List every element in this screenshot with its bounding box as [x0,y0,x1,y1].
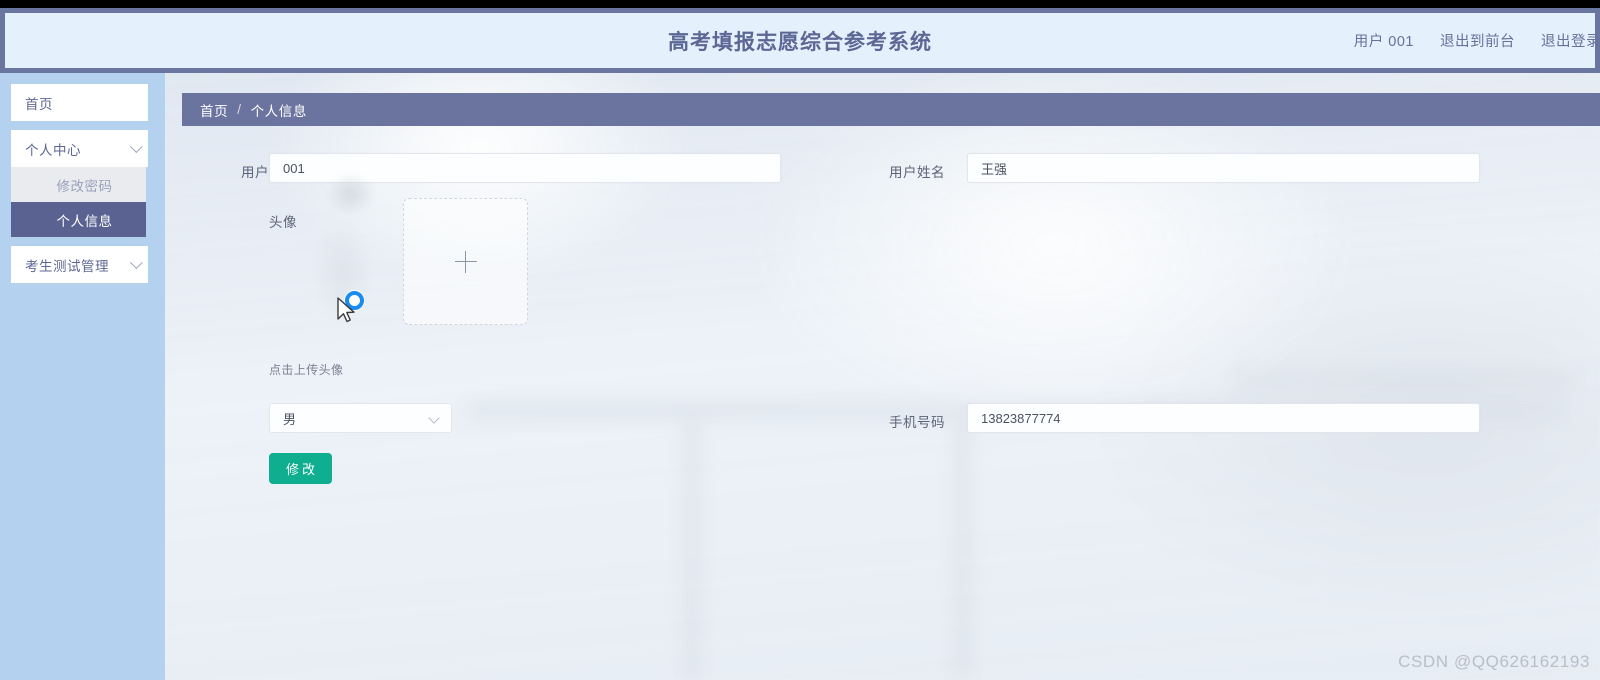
avatar-ghost-image [283,173,413,333]
sidebar-submenu: 修改密码 个人信息 [11,167,146,237]
breadcrumb-current: 个人信息 [250,103,307,119]
sidebar-item-home[interactable]: 首页 [11,84,148,121]
sidebar-item-label: 个人中心 [25,142,81,158]
personal-info-form: 用户账号 用户姓名 头像 点击上传头像 性别 男 手机号码 修改 [165,73,1600,680]
sidebar-item-label: 考生测试管理 [25,258,109,274]
avatar-upload-box[interactable] [403,198,528,325]
sidebar-item-change-password[interactable]: 修改密码 [11,167,146,202]
logout-link[interactable]: 退出登录 [1541,30,1600,51]
gender-select[interactable]: 男 [269,403,452,433]
page-title: 高考填报志愿综合参考系统 [668,30,932,54]
chevron-down-icon [129,255,143,269]
watermark: CSDN @QQ626162193 [1398,652,1590,671]
chevron-down-icon [428,412,440,424]
account-input[interactable] [269,153,781,183]
admin-page: 高考填报志愿综合参考系统 用户 001 退出到前台 退出登录 首页 个人中心 修… [0,0,1600,680]
submenu-item-label: 修改密码 [56,178,113,194]
sidebar-item-personal-info[interactable]: 个人信息 [11,202,146,237]
phone-label: 手机号码 [889,415,945,430]
phone-input[interactable] [967,403,1480,433]
sidebar-item-personal-center[interactable]: 个人中心 [11,130,148,167]
main-content: 首页 / 个人信息 用户账号 用户姓名 头像 点击上传头像 性别 男 [165,73,1600,680]
sidebar-item-label: 首页 [25,96,53,112]
avatar-upload-hint: 点击上传头像 [269,363,344,377]
sidebar-item-exam-test-management[interactable]: 考生测试管理 [11,246,148,283]
exit-to-frontend-link[interactable]: 退出到前台 [1440,30,1515,51]
breadcrumb-root[interactable]: 首页 [200,100,228,120]
page-header: 高考填报志愿综合参考系统 用户 001 退出到前台 退出登录 [0,8,1600,73]
chevron-down-icon [129,139,143,153]
sidebar: 首页 个人中心 修改密码 个人信息 考生测试管理 [0,73,165,680]
user-label: 用户 001 [1353,34,1414,50]
submit-button[interactable]: 修改 [269,453,332,484]
breadcrumb: 首页 / 个人信息 [182,93,1600,126]
top-black-strip [0,0,1600,8]
name-label: 用户姓名 [889,165,945,180]
header-inner: 高考填报志愿综合参考系统 用户 001 退出到前台 退出登录 [5,13,1600,68]
gender-selected-value: 男 [283,411,297,427]
sidebar-group-personal-center: 个人中心 修改密码 个人信息 [0,130,165,237]
header-actions: 用户 001 退出到前台 退出登录 [1354,13,1600,68]
avatar-label: 头像 [269,215,297,230]
sidebar-group-home: 首页 [0,84,165,121]
plus-icon [454,250,477,273]
name-input[interactable] [967,153,1480,183]
breadcrumb-separator: / [237,102,242,117]
submenu-item-label: 个人信息 [56,213,113,229]
sidebar-group-exam-test-management: 考生测试管理 [0,246,165,283]
